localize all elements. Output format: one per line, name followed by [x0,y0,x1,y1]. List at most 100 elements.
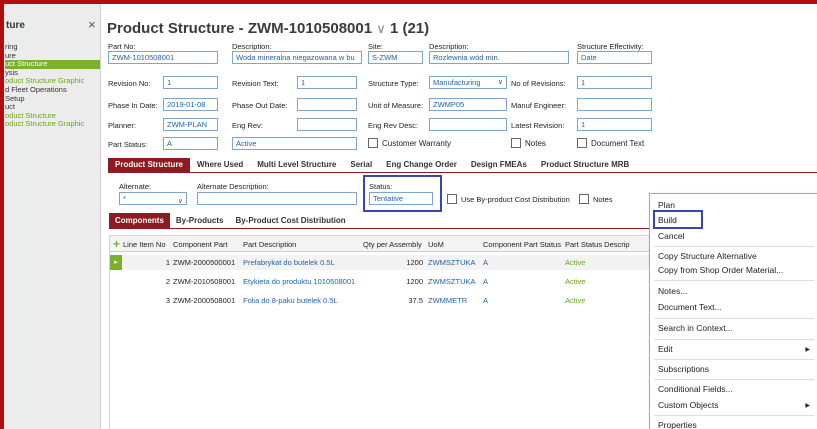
tab-underline [108,172,817,173]
alt-notes-label: Notes [593,195,613,204]
structure-type-label: Structure Type: [368,79,419,88]
tab-serial[interactable]: Serial [343,158,379,172]
cell-line: 1 [165,258,170,267]
latest-revision-field[interactable]: 1 [577,118,652,131]
cell-part[interactable]: ZWM-2010508001 [173,277,235,286]
cell-part[interactable]: ZWM-2000508001 [173,296,235,305]
cell-status-description: Active [565,296,586,305]
notes-label: Notes [525,139,546,148]
column-header-line-item[interactable]: Line Item No [123,240,166,249]
cell-part[interactable]: ZWM-2000500001 [173,258,235,267]
menu-item-edit[interactable]: Edit [658,344,673,354]
menu-item-copy-from-shop-order[interactable]: Copy from Shop Order Material... [658,265,783,275]
menu-item-properties[interactable]: Properties [658,420,697,429]
customer-warranty-label: Customer Warranty [382,139,452,148]
menu-item-plan[interactable]: Plan [658,200,675,210]
part-status-description-field[interactable]: Active [232,137,357,150]
phase-out-field[interactable] [297,98,357,111]
cell-status-description: Active [565,258,586,267]
site-field[interactable]: S-ZWM [368,51,423,64]
menu-item-search-in-context[interactable]: Search in Context... [658,323,733,333]
tab-by-product-cost-distribution[interactable]: By-Product Cost Distribution [229,213,351,228]
uom-label: Unit of Measure: [368,101,424,110]
tab-multi-level-structure[interactable]: Multi Level Structure [250,158,343,172]
column-header-qty[interactable]: Qty per Assembly [363,240,422,249]
main-area: Product Structure - ZWM-1010508001 ∨ 1 (… [101,4,817,429]
document-text-checkbox[interactable] [577,138,587,148]
tab-eng-change-order[interactable]: Eng Change Order [379,158,464,172]
tab-where-used[interactable]: Where Used [190,158,250,172]
notes-checkbox[interactable] [511,138,521,148]
navigator-item[interactable]: Setup [5,94,100,104]
customer-warranty-checkbox[interactable] [368,138,378,148]
menu-item-copy-structure-alternative[interactable]: Copy Structure Alternative [658,251,757,261]
cell-uom: ZWMSZTUKA [428,277,476,286]
cell-status: A [483,258,489,267]
alternate-select[interactable]: * ∨ [119,192,187,205]
column-header-component-part[interactable]: Component Part [173,240,228,249]
chevron-down-icon[interactable]: ∨ [376,21,386,36]
revision-no-label: Revision No: [108,79,151,88]
row-selector-icon[interactable]: ▸ [110,255,122,270]
byproduct-cost-label: Use By-product Cost Distribution [461,195,570,204]
cell-line: 3 [165,296,170,305]
eng-rev-desc-field[interactable] [429,118,507,131]
tab-components[interactable]: Components [109,213,170,228]
menu-item-document-text[interactable]: Document Text... [658,302,722,312]
document-text-label: Document Text [591,139,645,148]
close-icon[interactable]: × [88,17,96,32]
uom-field[interactable]: ZWMP05 [429,98,507,111]
add-icon[interactable]: + [113,237,120,251]
menu-divider [654,379,814,380]
tab-product-structure[interactable]: Product Structure [108,158,191,172]
byproduct-cost-checkbox[interactable] [447,194,457,204]
menu-divider [654,415,814,416]
column-header-status-description[interactable]: Part Status Descrip [565,240,630,249]
chevron-down-icon[interactable]: ∨ [498,78,503,88]
chevron-down-icon[interactable]: ∨ [178,197,183,204]
navigator-item[interactable]: oduct Structure Graphic [5,120,100,129]
alternate-value: * [123,194,126,203]
site-description-label: Description: [429,42,469,51]
column-header-uom[interactable]: UoM [428,240,444,249]
navigator-item-product-structure[interactable]: uct Structure [5,60,100,69]
revision-text-field[interactable]: 1 [297,76,357,89]
menu-divider [654,280,814,281]
cell-status: A [483,277,489,286]
structure-type-select[interactable]: Manufacturing ∨ [429,76,507,89]
phase-in-field[interactable]: 2019-01-08 [163,98,218,111]
alternate-description-field[interactable] [197,192,357,205]
tab-product-structure-mrb[interactable]: Product Structure MRB [534,158,636,172]
part-status-field[interactable]: A [163,137,218,150]
cell-qty: 37.5 [408,296,423,305]
column-header-part-description[interactable]: Part Description [243,240,296,249]
menu-item-notes[interactable]: Notes... [658,286,687,296]
alternate-description-label: Alternate Description: [197,182,269,191]
description-field[interactable]: Woda mineralna niegazowana w bu [232,51,362,64]
column-header-component-status[interactable]: Component Part Status [483,240,561,249]
menu-item-custom-objects[interactable]: Custom Objects [658,400,718,410]
navigator-item[interactable]: ring [5,42,100,52]
part-no-label: Part No: [108,42,136,51]
part-no-field[interactable]: ZWM-1010508001 [108,51,218,64]
cell-qty: 1200 [406,258,423,267]
effectivity-label: Structure Effectivity: [577,42,644,51]
planner-field[interactable]: ZWM-PLAN [163,118,218,131]
menu-item-subscriptions[interactable]: Subscriptions [658,364,709,374]
tab-by-products[interactable]: By-Products [170,213,230,228]
alt-notes-checkbox[interactable] [579,194,589,204]
context-menu: Plan Build Cancel Copy Structure Alterna… [649,193,817,429]
no-revisions-field[interactable]: 1 [577,76,652,89]
manuf-engineer-field[interactable] [577,98,652,111]
menu-item-conditional-fields[interactable]: Conditional Fields... [658,384,733,394]
effectivity-field[interactable]: Date [577,51,652,64]
cell-status-description: Active [565,277,586,286]
site-label: Site: [368,42,384,51]
site-description-field[interactable]: Rozlewnia wód min. [429,51,569,64]
menu-item-cancel[interactable]: Cancel [658,231,684,241]
eng-rev-field[interactable] [297,118,357,131]
planner-label: Planner: [108,121,136,130]
page-title-text: Product Structure - ZWM-1010508001 [107,20,373,37]
revision-no-field[interactable]: 1 [163,76,218,89]
tab-design-fmeas[interactable]: Design FMEAs [464,158,534,172]
